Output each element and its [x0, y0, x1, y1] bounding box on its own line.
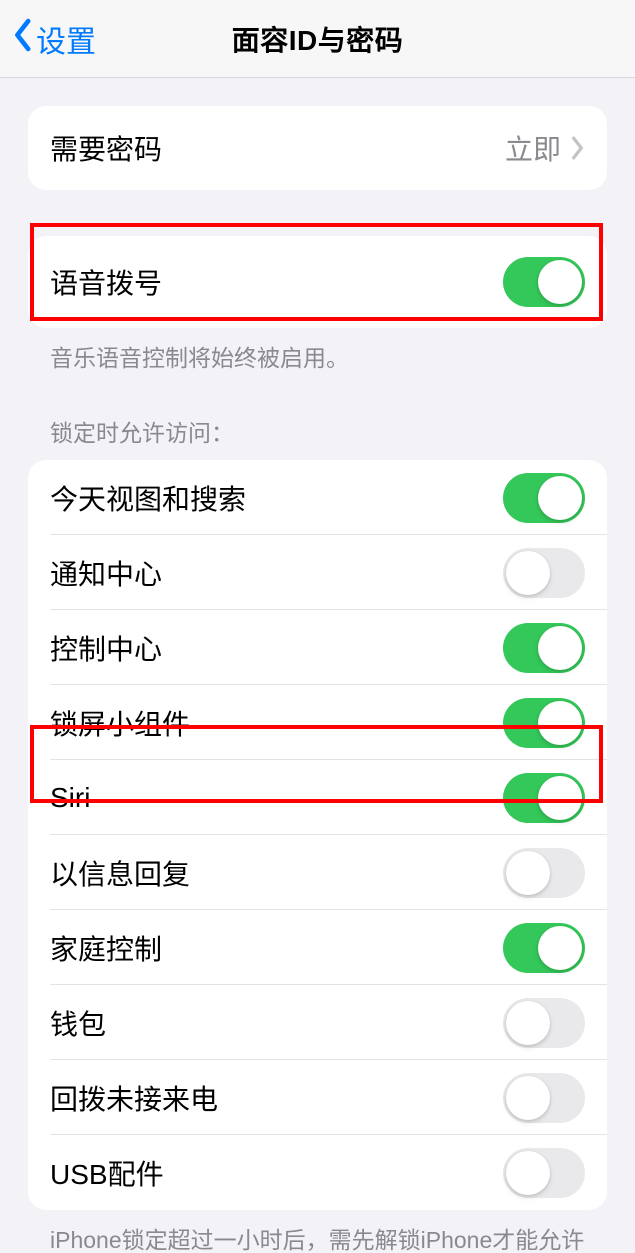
lock-item-label: 锁屏小组件 — [50, 703, 503, 743]
row-lock-item: 回拨未接来电 — [28, 1060, 607, 1135]
voice-dial-footer: 音乐语音控制将始终被启用。 — [28, 328, 607, 374]
page-title: 面容ID与密码 — [232, 19, 404, 59]
row-lock-item: Siri — [28, 760, 607, 835]
group-voice-dial: 语音拨号 — [28, 236, 607, 328]
lock-access-footer: iPhone锁定超过一小时后，需先解锁iPhone才能允许 USB 配件连接。 — [28, 1210, 607, 1253]
lock-item-label: 以信息回复 — [50, 853, 503, 893]
row-lock-item: 今天视图和搜索 — [28, 460, 607, 535]
lock-item-label: 回拨未接来电 — [50, 1078, 503, 1118]
row-lock-item: 家庭控制 — [28, 910, 607, 985]
lock-item-toggle[interactable] — [503, 773, 585, 823]
lock-item-label: USB配件 — [50, 1153, 503, 1193]
group-passcode: 需要密码 立即 — [28, 106, 607, 190]
lock-item-toggle[interactable] — [503, 1148, 585, 1198]
navbar: 设置 面容ID与密码 — [0, 0, 635, 78]
require-passcode-label: 需要密码 — [50, 128, 505, 168]
lock-item-label: 通知中心 — [50, 553, 503, 593]
row-lock-item: USB配件 — [28, 1135, 607, 1210]
group-lock-access: 今天视图和搜索通知中心控制中心锁屏小组件 Siri 以信息回复家庭控制钱包回拨未接来… — [28, 460, 607, 1210]
row-lock-item: 锁屏小组件 — [28, 685, 607, 760]
row-lock-item: 通知中心 — [28, 535, 607, 610]
chevron-left-icon — [12, 18, 36, 60]
lock-item-toggle[interactable] — [503, 998, 585, 1048]
lock-item-toggle[interactable] — [503, 548, 585, 598]
lock-item-label: 家庭控制 — [50, 928, 503, 968]
lock-item-toggle[interactable] — [503, 848, 585, 898]
back-label: 设置 — [36, 17, 96, 61]
back-button[interactable]: 设置 — [12, 0, 96, 77]
row-lock-item: 以信息回复 — [28, 835, 607, 910]
lock-item-toggle[interactable] — [503, 698, 585, 748]
lock-access-header: 锁定时允许访问： — [28, 374, 607, 460]
row-lock-item: 控制中心 — [28, 610, 607, 685]
lock-item-toggle[interactable] — [503, 923, 585, 973]
lock-item-label: Siri — [50, 782, 503, 814]
lock-item-label: 控制中心 — [50, 628, 503, 668]
voice-dial-toggle[interactable] — [503, 257, 585, 307]
row-voice-dial: 语音拨号 — [28, 236, 607, 328]
lock-item-label: 今天视图和搜索 — [50, 478, 503, 518]
lock-item-toggle[interactable] — [503, 623, 585, 673]
require-passcode-value: 立即 — [505, 128, 561, 168]
lock-item-toggle[interactable] — [503, 473, 585, 523]
row-require-passcode[interactable]: 需要密码 立即 — [28, 106, 607, 190]
voice-dial-label: 语音拨号 — [50, 262, 503, 302]
chevron-right-icon — [571, 136, 585, 160]
lock-item-toggle[interactable] — [503, 1073, 585, 1123]
row-lock-item: 钱包 — [28, 985, 607, 1060]
lock-item-label: 钱包 — [50, 1003, 503, 1043]
